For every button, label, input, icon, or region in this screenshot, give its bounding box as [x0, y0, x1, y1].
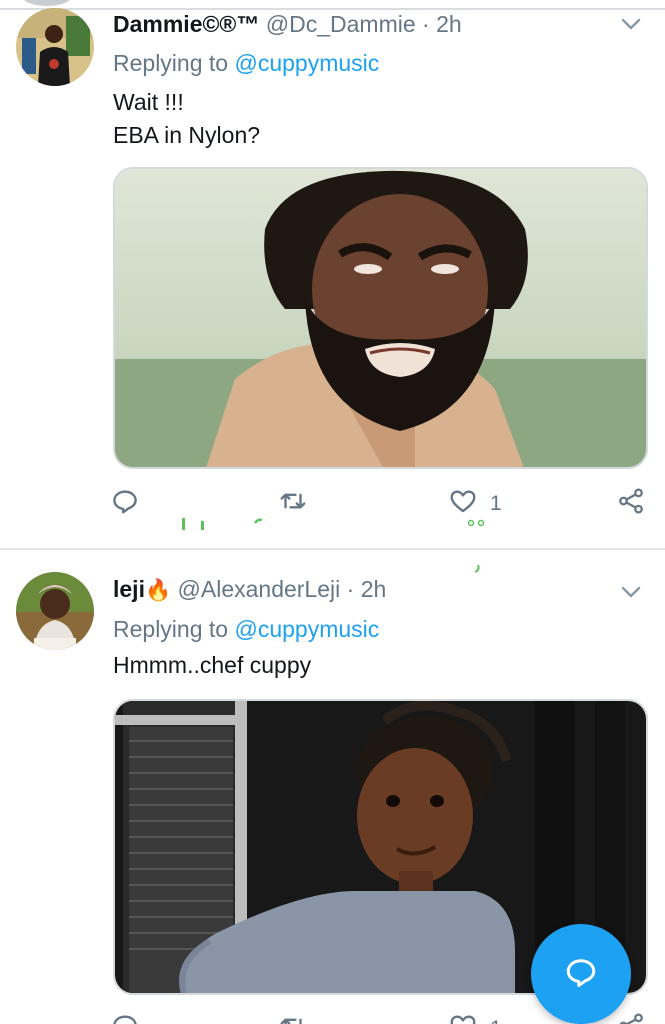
retweet-button[interactable] — [278, 1012, 308, 1024]
reply-icon — [110, 486, 140, 522]
author-line: Dammie©®™ @Dc_Dammie · 2h — [113, 10, 462, 38]
chevron-down-icon[interactable] — [619, 580, 643, 604]
compose-reply-button[interactable] — [531, 924, 631, 1024]
reply-icon — [110, 1011, 140, 1024]
replying-to: Replying to @cuppymusic — [113, 615, 379, 643]
tweet-media-image[interactable] — [113, 167, 648, 469]
author-name[interactable]: Dammie©®™ — [113, 11, 259, 37]
retweet-icon — [278, 1011, 308, 1024]
separator-dot: · — [422, 11, 430, 37]
avatar[interactable] — [16, 8, 94, 86]
author-handle[interactable]: @Dc_Dammie — [266, 11, 416, 37]
tweet-text-line: EBA in Nylon? — [113, 122, 261, 148]
reply-button[interactable] — [110, 1012, 140, 1024]
tweet-text-line: Wait !!! — [113, 89, 184, 115]
like-button[interactable]: 1 — [448, 1012, 502, 1024]
timestamp[interactable]: 2h — [361, 576, 387, 602]
replying-prefix: Replying to — [113, 616, 229, 642]
fire-emoji-icon: 🔥 — [144, 579, 172, 602]
avatar[interactable] — [16, 572, 94, 650]
chevron-down-icon[interactable] — [619, 12, 643, 36]
share-icon — [616, 486, 646, 522]
like-count: 1 — [490, 1017, 502, 1024]
tweet-text-line: Hmmm..chef cuppy — [113, 652, 312, 678]
replying-mention[interactable]: @cuppymusic — [234, 616, 379, 642]
reply-button[interactable] — [110, 487, 140, 521]
separator-dot: · — [346, 576, 355, 602]
heart-icon — [448, 1011, 478, 1024]
tweet-1[interactable]: Dammie©®™ @Dc_Dammie · 2h Replying to @c… — [0, 0, 665, 573]
tweet-text: Wait !!! EBA in Nylon? — [113, 86, 260, 152]
tweet-text: Hmmm..chef cuppy — [113, 649, 311, 682]
author-line: leji🔥 @AlexanderLeji · 2h — [113, 575, 386, 605]
compose-reply-icon — [563, 954, 599, 995]
share-button[interactable] — [616, 1012, 646, 1024]
share-icon — [616, 1011, 646, 1024]
author-handle[interactable]: @AlexanderLeji — [178, 576, 341, 602]
replying-prefix: Replying to — [113, 50, 229, 76]
timestamp[interactable]: 2h — [436, 11, 462, 37]
replying-to: Replying to @cuppymusic — [113, 49, 379, 77]
author-name[interactable]: leji — [113, 576, 145, 602]
replying-mention[interactable]: @cuppymusic — [234, 50, 379, 76]
share-button[interactable] — [616, 487, 646, 521]
like-count: 1 — [490, 492, 502, 515]
